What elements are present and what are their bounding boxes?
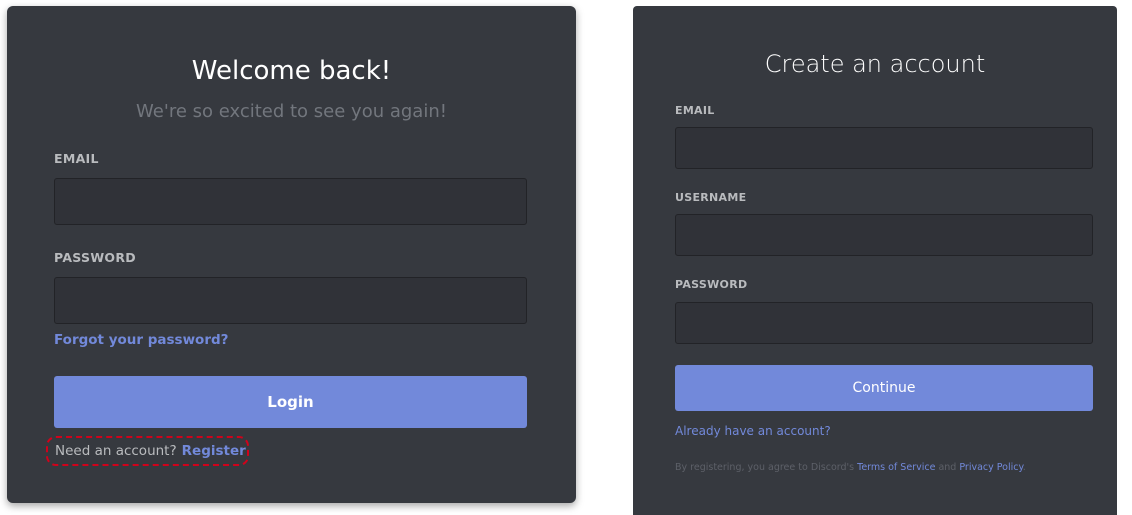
register-title: Create an account <box>764 50 986 78</box>
register-link[interactable]: Register <box>182 443 246 459</box>
login-button[interactable]: Login <box>54 376 527 428</box>
password-label: PASSWORD <box>54 250 136 265</box>
terms-notice: By registering, you agree to Discord's T… <box>675 462 1026 473</box>
terms-prefix: By registering, you agree to Discord's <box>675 462 855 473</box>
terms-suffix: . <box>1022 462 1026 473</box>
register-email-input[interactable] <box>675 127 1093 169</box>
register-card: Create an account EMAIL USERNAME PASSWOR… <box>633 6 1117 515</box>
email-label: EMAIL <box>54 151 99 166</box>
terms-and: and <box>938 462 957 473</box>
need-account-text: Need an account? <box>55 443 177 459</box>
forgot-password-link[interactable]: Forgot your password? <box>54 332 229 348</box>
need-account-highlight: Need an account? Register <box>46 436 249 466</box>
register-password-input[interactable] <box>675 302 1093 344</box>
password-input[interactable] <box>54 277 527 324</box>
register-username-label: USERNAME <box>675 191 747 204</box>
login-card: Welcome back! We're so excited to see yo… <box>7 6 576 503</box>
terms-of-service-link[interactable]: Terms of Service <box>857 462 935 473</box>
register-email-label: EMAIL <box>675 104 715 117</box>
register-username-input[interactable] <box>675 214 1093 256</box>
already-have-account-link[interactable]: Already have an account? <box>675 424 831 438</box>
privacy-policy-link[interactable]: Privacy Policy <box>959 462 1022 473</box>
email-input[interactable] <box>54 178 527 225</box>
register-password-label: PASSWORD <box>675 278 748 291</box>
continue-button[interactable]: Continue <box>675 365 1093 411</box>
login-subtitle: We're so excited to see you again! <box>136 101 447 122</box>
login-title: Welcome back! <box>191 56 392 86</box>
